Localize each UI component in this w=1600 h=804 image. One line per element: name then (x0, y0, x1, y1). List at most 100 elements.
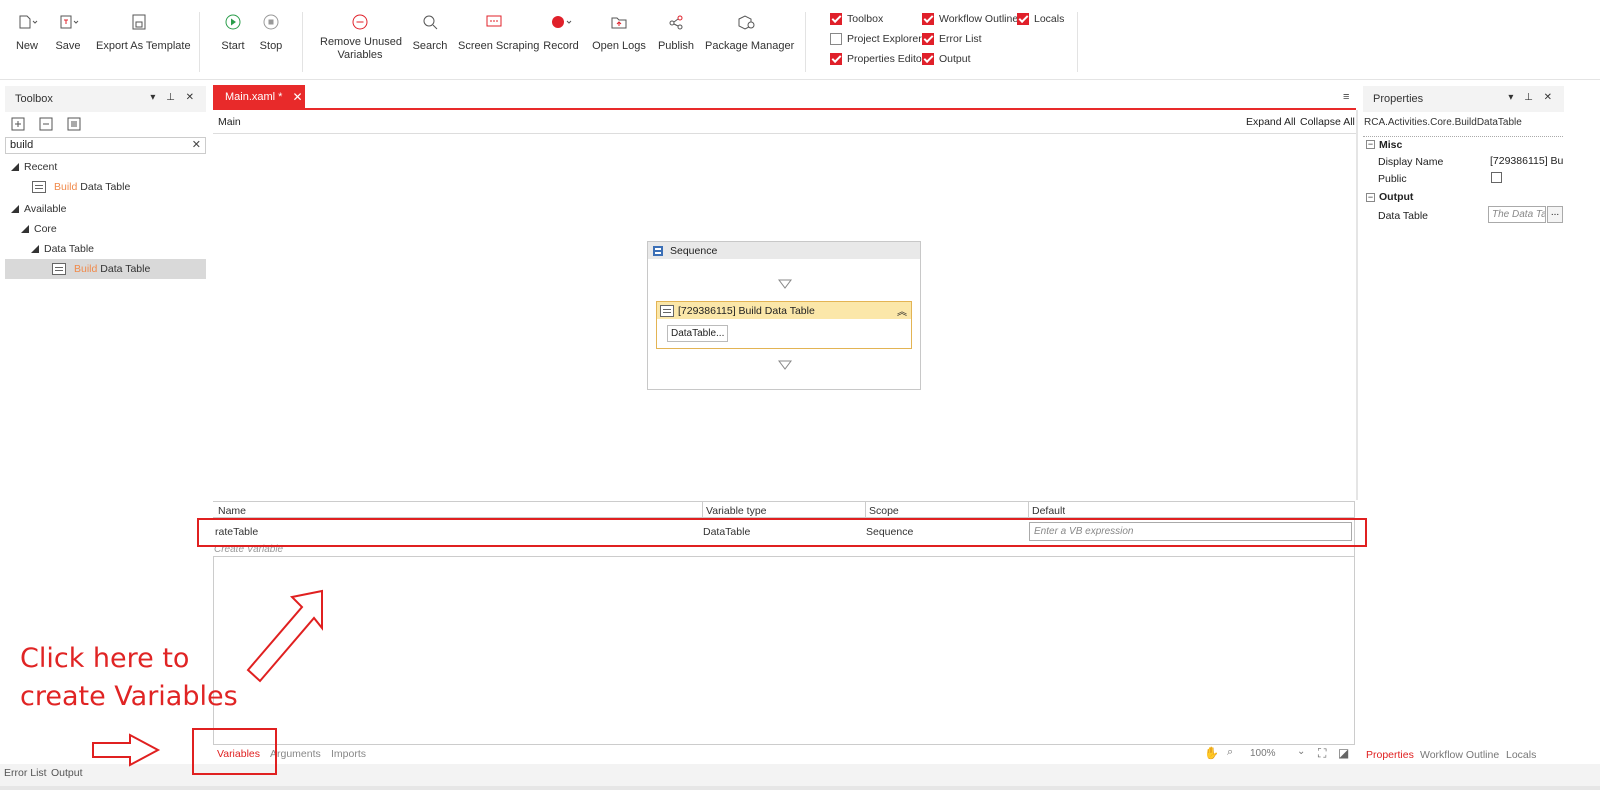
checkbox-checked-icon (922, 33, 934, 45)
search-button[interactable]: Search (410, 10, 450, 53)
breadcrumb[interactable]: Main (218, 116, 241, 128)
col-header-default[interactable]: Default (1032, 505, 1065, 517)
list-view-icon[interactable] (66, 116, 82, 135)
toolbox-search-box[interactable]: build ✕ (5, 137, 206, 154)
category-misc[interactable]: − Misc (1363, 136, 1563, 152)
data-table-input[interactable]: The Data Ta (1488, 206, 1546, 223)
start-button[interactable]: Start (218, 10, 248, 53)
designer-scrollbar[interactable] (1356, 110, 1358, 500)
checkbox-checked-icon (1017, 13, 1029, 25)
panel-controls-icon[interactable]: ▾ ⊥ ✕ (1508, 92, 1556, 103)
zoom-dropdown-icon[interactable]: ⌄ (1297, 746, 1305, 757)
display-name-field[interactable]: [729386115] Buil (1490, 155, 1564, 167)
collapse-triangle-icon (11, 205, 19, 213)
tree-core[interactable]: Core (21, 223, 57, 235)
remove-icon (320, 10, 400, 34)
activity-icon (32, 181, 46, 193)
tab-properties[interactable]: Properties (1366, 749, 1414, 761)
properties-header: Properties ▾ ⊥ ✕ (1363, 86, 1564, 112)
stop-button[interactable]: Stop (256, 10, 286, 53)
ribbon-separator (805, 12, 806, 72)
output-checkbox[interactable]: Output (922, 53, 971, 65)
publish-button[interactable]: Publish (656, 10, 696, 53)
new-button[interactable]: New (12, 10, 42, 53)
play-icon (218, 10, 248, 34)
workflow-outline-checkbox[interactable]: Workflow Outline (922, 13, 1018, 25)
overview-icon[interactable]: ◪ (1338, 746, 1349, 760)
package-manager-button[interactable]: Package Manager (705, 10, 794, 53)
sequence-container[interactable]: Sequence [729386115] Build Data Table ︽ … (647, 241, 921, 390)
properties-editor-checkbox[interactable]: Properties Editor (830, 53, 925, 65)
col-header-name[interactable]: Name (218, 505, 246, 517)
drop-arrow-icon (778, 360, 792, 370)
public-checkbox[interactable] (1491, 172, 1502, 183)
tab-error-list[interactable]: Error List (4, 767, 47, 779)
tree-recent[interactable]: Recent (11, 161, 57, 173)
tree-available[interactable]: Available (11, 203, 66, 215)
open-logs-button[interactable]: Open Logs (591, 10, 647, 53)
project-explorer-checkbox[interactable]: Project Explorer (830, 33, 922, 45)
error-list-checkbox[interactable]: Error List (922, 33, 982, 45)
locals-checkbox[interactable]: Locals (1017, 13, 1064, 25)
col-header-variable-type[interactable]: Variable type (706, 505, 767, 517)
screen-scraping-button[interactable]: Screen Scraping (458, 10, 539, 53)
zoom-search-icon[interactable]: ⌕ (1227, 746, 1233, 759)
ribbon-separator (302, 12, 303, 72)
tab-locals[interactable]: Locals (1506, 749, 1536, 761)
build-data-table-activity[interactable]: [729386115] Build Data Table ︽ DataTable… (656, 301, 912, 349)
category-output[interactable]: − Output (1363, 189, 1563, 205)
tree-data-table-group[interactable]: Data Table (31, 243, 94, 255)
col-header-scope[interactable]: Scope (869, 505, 899, 517)
expand-all-icon[interactable] (10, 116, 26, 135)
share-icon (656, 10, 696, 34)
right-arrow-icon (92, 733, 161, 767)
screen-scraping-icon (458, 10, 530, 34)
tab-list-icon[interactable]: ≡ (1343, 91, 1349, 103)
drop-arrow-icon (778, 279, 792, 289)
toolbox-search-input[interactable]: build (10, 139, 33, 151)
designer-header: Main Expand All Collapse All (213, 110, 1356, 134)
collapse-chevron-icon[interactable]: ︽ (897, 303, 907, 318)
collapse-triangle-icon (21, 225, 29, 233)
collapse-all-link[interactable]: Collapse All (1300, 116, 1355, 128)
activity-header: [729386115] Build Data Table ︽ (657, 302, 911, 319)
fit-to-screen-icon[interactable]: ⛶ (1318, 746, 1326, 761)
save-button[interactable]: Save (53, 10, 83, 53)
display-name-label: Display Name (1378, 156, 1444, 168)
checkbox-checked-icon (830, 53, 842, 65)
col-divider (1028, 502, 1029, 518)
export-template-button[interactable]: Export As Template (96, 10, 191, 53)
data-table-ellipsis-button[interactable]: ... (1547, 206, 1563, 223)
datatable-button[interactable]: DataTable... (667, 325, 729, 342)
checkbox-checked-icon (922, 13, 934, 25)
bottom-bar (0, 786, 1600, 790)
collapse-all-icon[interactable] (38, 116, 54, 135)
sequence-icon (653, 245, 663, 256)
zoom-level[interactable]: 100% (1250, 748, 1276, 759)
tab-main-xaml[interactable]: Main.xaml * ✕ (213, 85, 305, 109)
stop-icon (256, 10, 286, 34)
checkbox-checked-icon (830, 13, 842, 25)
up-right-arrow-icon (246, 589, 323, 683)
record-icon (543, 10, 579, 34)
col-divider (702, 502, 703, 518)
public-label: Public (1378, 173, 1407, 185)
collapse-box-icon: − (1366, 191, 1375, 202)
remove-unused-variables-button[interactable]: Remove Unused Variables (320, 10, 402, 62)
close-tab-icon[interactable]: ✕ (292, 90, 302, 104)
tab-output[interactable]: Output (51, 767, 83, 779)
tab-arguments[interactable]: Arguments (270, 748, 321, 760)
hand-pan-icon[interactable]: ✋ (1204, 746, 1219, 760)
sequence-header: Sequence (648, 242, 920, 259)
annotation-text: Click here to create Variables (20, 643, 238, 712)
expand-all-link[interactable]: Expand All (1246, 116, 1296, 128)
record-button[interactable]: Record (543, 10, 579, 53)
tree-item-build-data-table-recent[interactable]: Build Data Table (32, 181, 130, 193)
panel-controls-icon[interactable]: ▾ ⊥ ✕ (150, 92, 198, 103)
collapse-triangle-icon (11, 163, 19, 171)
toolbox-checkbox[interactable]: Toolbox (830, 13, 883, 25)
clear-search-icon[interactable]: ✕ (192, 138, 201, 151)
tree-item-build-data-table[interactable]: Build Data Table (52, 263, 150, 275)
tab-workflow-outline[interactable]: Workflow Outline (1420, 749, 1499, 761)
tab-imports[interactable]: Imports (331, 748, 366, 760)
